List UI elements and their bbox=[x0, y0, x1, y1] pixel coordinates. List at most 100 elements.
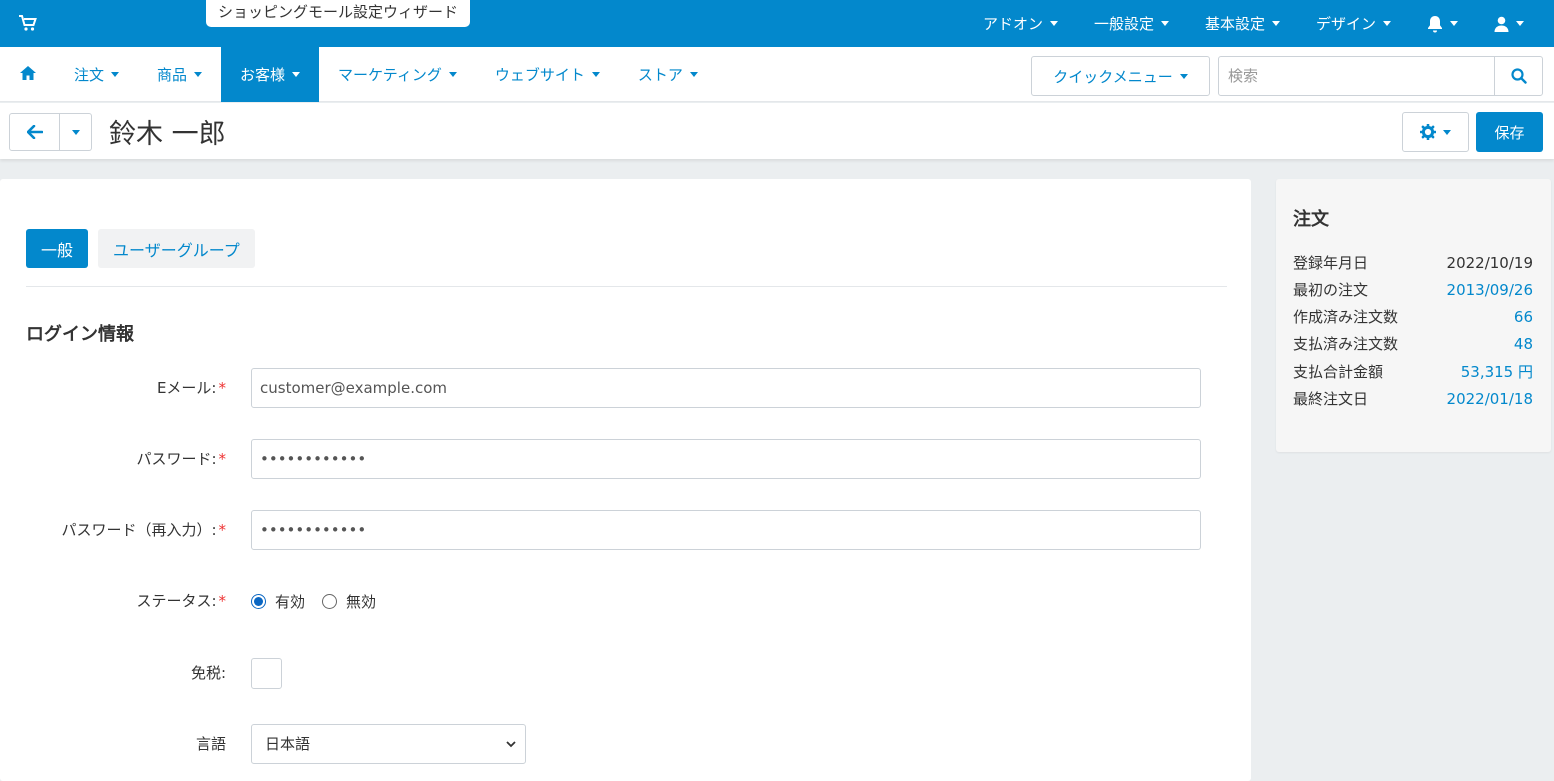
nav-items: 注文 商品 お客様 マーケティング ウェブサイト ストア bbox=[55, 47, 717, 102]
top-bar: ショッピングモール設定ウィザード アドオン 一般設定 基本設定 デザイン bbox=[0, 0, 1554, 47]
cart-icon[interactable] bbox=[18, 14, 38, 32]
status-active-label[interactable]: 有効 bbox=[275, 591, 305, 612]
password-label-text: パスワード: bbox=[136, 450, 217, 468]
tabs-divider bbox=[26, 286, 1227, 287]
top-menu-label: アドオン bbox=[982, 15, 1043, 33]
stat-registration-date: 登録年月日 2022/10/19 bbox=[1293, 249, 1533, 276]
top-menu-basic-settings[interactable]: 基本設定 bbox=[1205, 13, 1280, 34]
email-field[interactable]: customer@example.com bbox=[251, 368, 1201, 408]
language-select-value: 日本語 bbox=[265, 735, 311, 753]
home-icon[interactable] bbox=[19, 65, 37, 81]
caret-down-icon bbox=[1271, 21, 1280, 26]
email-row: Eメール: * customer@example.com bbox=[0, 368, 1251, 408]
top-menu: アドオン 一般設定 基本設定 デザイン bbox=[947, 0, 1524, 47]
nav-item-website[interactable]: ウェブサイト bbox=[476, 47, 619, 102]
status-disabled-radio[interactable] bbox=[322, 593, 338, 609]
caret-down-icon bbox=[111, 72, 120, 77]
back-button[interactable] bbox=[9, 113, 60, 151]
back-button-group bbox=[9, 113, 92, 151]
notifications-dropdown[interactable] bbox=[1427, 15, 1458, 33]
tab-general[interactable]: 一般 bbox=[26, 229, 89, 268]
caret-down-icon bbox=[448, 72, 457, 77]
status-label: ステータス: * bbox=[136, 581, 226, 621]
top-menu-general-settings[interactable]: 一般設定 bbox=[1094, 13, 1169, 34]
search-icon bbox=[1510, 68, 1527, 84]
page-title: 鈴木 一郎 bbox=[109, 119, 226, 150]
back-dropdown-button[interactable] bbox=[60, 113, 92, 151]
gear-icon bbox=[1420, 124, 1436, 140]
setup-wizard-button[interactable]: ショッピングモール設定ウィザード bbox=[206, 0, 471, 27]
stat-value-link[interactable]: 53,315 円 bbox=[1461, 361, 1533, 382]
language-select[interactable]: 日本語 bbox=[251, 724, 526, 764]
stat-value-link[interactable]: 2022/01/18 bbox=[1447, 390, 1533, 408]
nav-item-orders[interactable]: 注文 bbox=[55, 47, 138, 102]
top-menu-label: 基本設定 bbox=[1204, 15, 1265, 33]
language-label: 言語 bbox=[195, 735, 226, 753]
password-confirm-row: パスワード（再入力）: * •••••••••••• bbox=[0, 510, 1251, 550]
caret-down-icon bbox=[1516, 21, 1524, 26]
arrow-left-icon bbox=[26, 125, 43, 139]
stat-label: 支払済み注文数 bbox=[1293, 335, 1399, 353]
search-button[interactable] bbox=[1494, 56, 1543, 96]
caret-down-icon bbox=[71, 129, 80, 135]
nav-item-label: お客様 bbox=[240, 66, 286, 84]
caret-down-icon bbox=[689, 72, 698, 77]
stat-value-link[interactable]: 48 bbox=[1514, 335, 1533, 353]
required-mark: * bbox=[218, 521, 227, 539]
caret-down-icon bbox=[1443, 129, 1451, 135]
save-button[interactable]: 保存 bbox=[1476, 112, 1543, 152]
customer-form-panel: 一般 ユーザーグループ ログイン情報 Eメール: * customer@examp… bbox=[0, 179, 1251, 781]
nav-item-label: 商品 bbox=[157, 66, 188, 84]
tabs: 一般 ユーザーグループ bbox=[26, 229, 265, 268]
email-label: Eメール: * bbox=[157, 368, 226, 408]
status-disabled-label[interactable]: 無効 bbox=[346, 591, 376, 612]
required-mark: * bbox=[218, 379, 227, 397]
stat-total-paid: 支払合計金額 53,315 円 bbox=[1293, 358, 1533, 385]
caret-down-icon bbox=[1160, 21, 1169, 26]
nav-item-products[interactable]: 商品 bbox=[138, 47, 221, 102]
nav-item-label: ストア bbox=[637, 66, 683, 84]
tax-exempt-checkbox[interactable] bbox=[251, 658, 282, 689]
user-dropdown[interactable] bbox=[1494, 16, 1524, 32]
top-menu-design[interactable]: デザイン bbox=[1316, 13, 1391, 34]
bell-icon bbox=[1428, 15, 1442, 32]
stat-value-link[interactable]: 66 bbox=[1514, 308, 1533, 326]
top-menu-addons[interactable]: アドオン bbox=[983, 13, 1058, 34]
password-confirm-label-text: パスワード（再入力）: bbox=[61, 521, 217, 539]
title-bar: 鈴木 一郎 保存 bbox=[0, 103, 1554, 159]
user-icon bbox=[1494, 16, 1509, 32]
stat-label: 作成済み注文数 bbox=[1293, 308, 1399, 326]
stat-value: 2022/10/19 bbox=[1446, 253, 1533, 272]
nav-item-label: ウェブサイト bbox=[494, 66, 585, 84]
stat-value-link[interactable]: 2013/09/26 bbox=[1447, 281, 1533, 299]
nav-item-label: マーケティング bbox=[338, 66, 442, 84]
nav-item-marketing[interactable]: マーケティング bbox=[319, 47, 476, 102]
settings-dropdown-button[interactable] bbox=[1402, 112, 1469, 152]
caret-down-icon bbox=[1049, 21, 1058, 26]
stat-paid-orders: 支払済み注文数 48 bbox=[1293, 330, 1533, 357]
language-row: 言語 日本語 bbox=[0, 724, 1251, 764]
status-active-radio[interactable] bbox=[251, 593, 266, 609]
required-mark: * bbox=[218, 450, 227, 468]
quick-menu-button[interactable]: クイックメニュー bbox=[1031, 56, 1210, 96]
caret-down-icon bbox=[591, 72, 600, 77]
search-input[interactable] bbox=[1218, 56, 1495, 96]
status-radio-group: 有効 無効 bbox=[251, 581, 393, 621]
password-confirm-label: パスワード（再入力）: * bbox=[61, 510, 226, 550]
stat-label: 最終注文日 bbox=[1293, 390, 1369, 408]
password-row: パスワード: * •••••••••••• bbox=[0, 439, 1251, 479]
caret-down-icon bbox=[194, 72, 203, 77]
caret-down-icon bbox=[1179, 73, 1188, 79]
tab-user-groups[interactable]: ユーザーグループ bbox=[98, 229, 255, 268]
stat-last-order: 最終注文日 2022/01/18 bbox=[1293, 385, 1533, 412]
tax-exempt-label: 免税: bbox=[190, 664, 226, 682]
stat-first-order: 最初の注文 2013/09/26 bbox=[1293, 276, 1533, 303]
password-field[interactable]: •••••••••••• bbox=[251, 439, 1201, 479]
tax-exempt-row: 免税: bbox=[0, 653, 1251, 693]
password-confirm-field[interactable]: •••••••••••• bbox=[251, 510, 1201, 550]
nav-item-customers[interactable]: お客様 bbox=[221, 47, 320, 102]
quick-menu-label: クイックメニュー bbox=[1053, 67, 1173, 86]
nav-item-store[interactable]: ストア bbox=[619, 47, 717, 102]
top-menu-label: 一般設定 bbox=[1093, 15, 1154, 33]
status-label-text: ステータス: bbox=[136, 592, 217, 610]
